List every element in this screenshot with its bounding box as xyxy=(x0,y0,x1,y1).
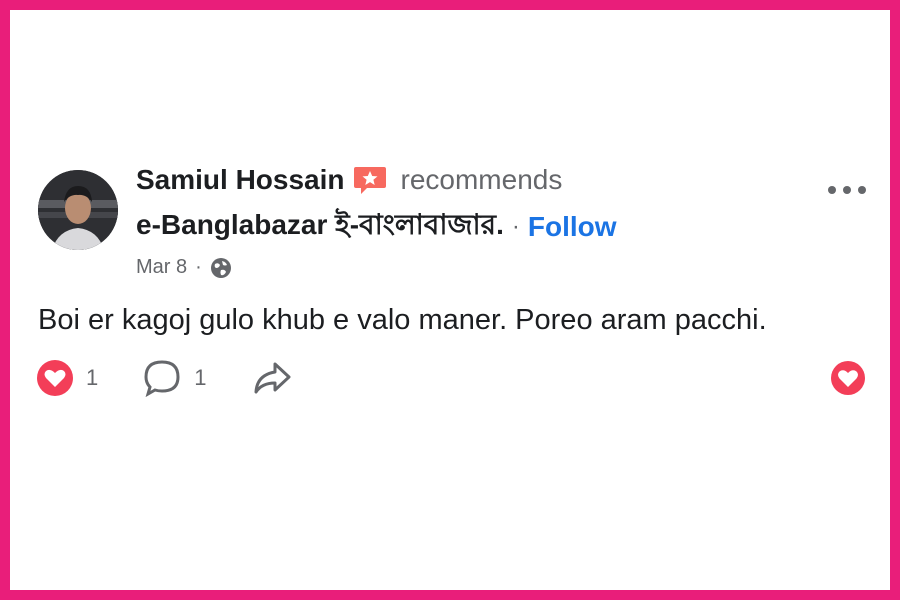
comments-count: 1 xyxy=(194,365,207,390)
recommendation-post: Samiul Hossain recommends e-Banglabazar … xyxy=(10,10,890,590)
post-header-line: Samiul Hossain recommends xyxy=(136,164,562,196)
meta-separator: · xyxy=(195,256,202,278)
recommends-text: recommends xyxy=(400,164,563,195)
heart-reaction-icon xyxy=(37,360,73,396)
heart-reaction-icon[interactable] xyxy=(830,360,866,396)
recommendation-icon xyxy=(353,167,386,194)
dot-separator: · xyxy=(511,212,520,240)
more-options-icon[interactable] xyxy=(825,176,869,204)
post-text: Boi er kagoj gulo khub e valo maner. Por… xyxy=(38,304,767,336)
comment-button[interactable]: 1 xyxy=(142,359,207,397)
avatar-photo xyxy=(38,170,118,250)
reactions-count: 1 xyxy=(86,365,99,390)
post-meta: Mar 8 · xyxy=(136,256,232,279)
comment-icon xyxy=(144,360,180,397)
share-button[interactable] xyxy=(251,359,293,397)
follow-button[interactable]: Follow xyxy=(528,211,617,243)
author-name[interactable]: Samiul Hossain xyxy=(136,164,345,196)
page-name[interactable]: e-Banglabazar ই-বাংলাবাজার. xyxy=(136,203,504,250)
globe-icon xyxy=(210,257,231,278)
avatar[interactable] xyxy=(38,170,118,250)
share-icon xyxy=(254,362,290,394)
action-bar: 1 1 xyxy=(36,359,293,397)
post-date[interactable]: Mar 8 xyxy=(136,256,187,279)
reactions-button[interactable]: 1 xyxy=(36,359,98,397)
page-line: e-Banglabazar ই-বাংলাবাজার. · Follow xyxy=(136,203,617,250)
